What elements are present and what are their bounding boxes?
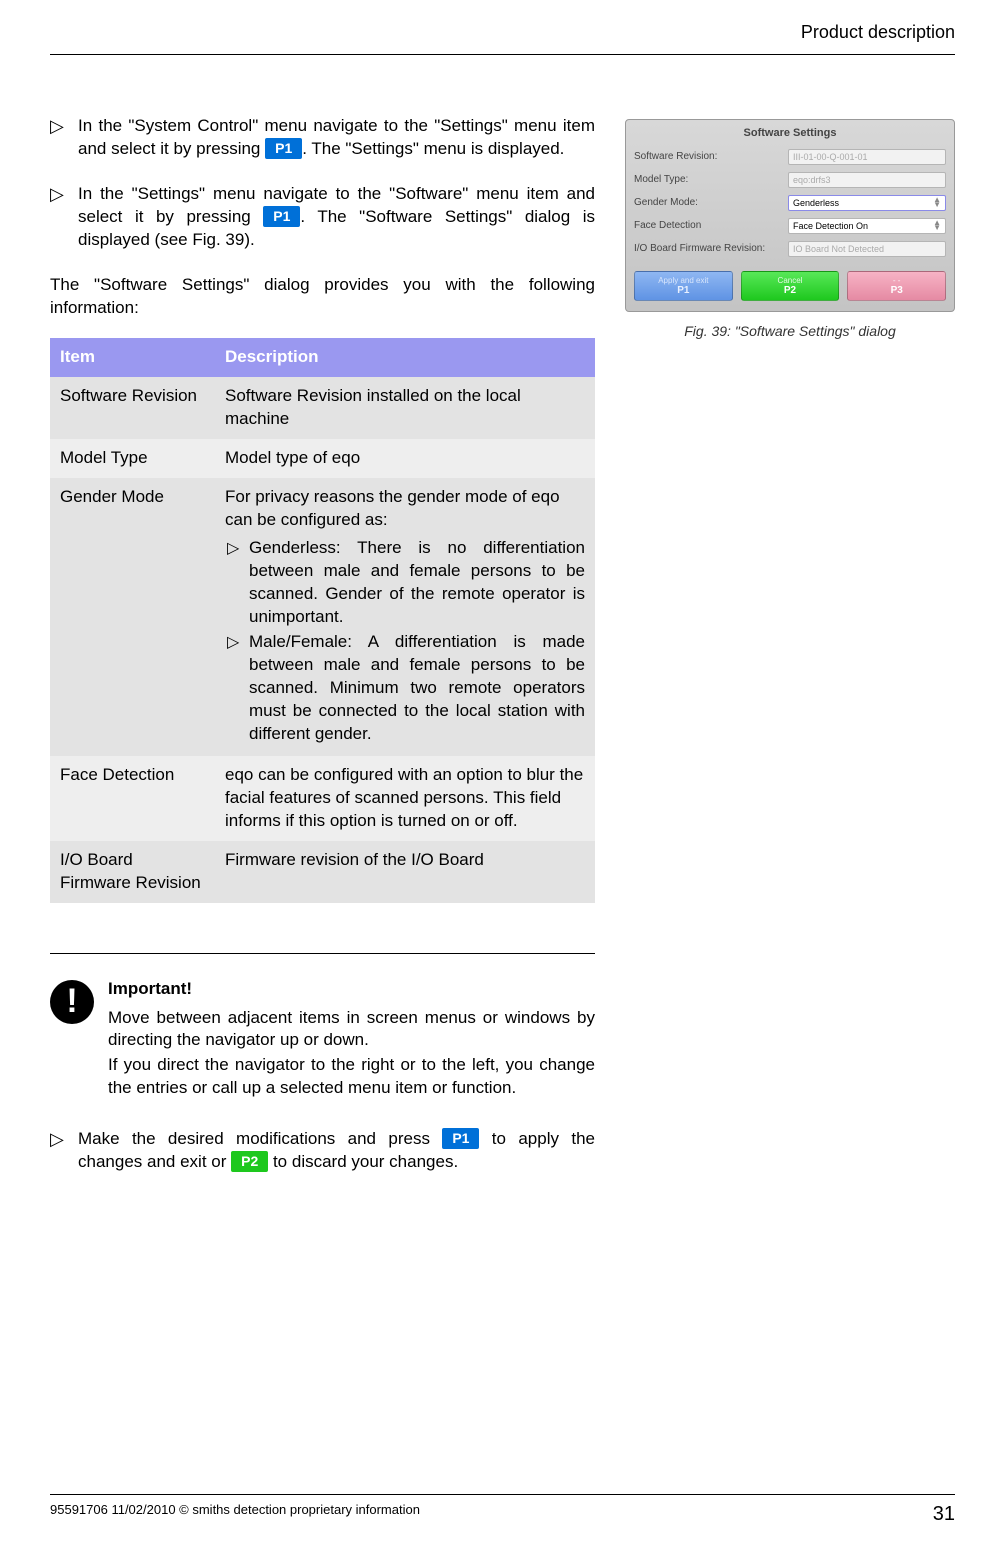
gender-mode-select[interactable]: Genderless ▲▼ [788,195,946,211]
important-note: ! Important! Move between adjacent items… [50,978,595,1103]
step-list-2: ▷ Make the desired modifications and pre… [50,1128,595,1174]
dialog-row-software-revision: Software Revision: III-01-00-Q-001-01 [634,149,946,165]
gender-mode-sublist: ▷ Genderless: There is no differentiatio… [225,537,585,745]
dialog-label: Face Detection [634,219,784,233]
dialog-button-row: Apply and exit P1 Cancel P2 - - P3 [634,271,946,301]
triangle-bullet-icon: ▷ [50,115,78,161]
apply-a: Make the desired modifications and press [78,1129,442,1148]
footer-copyright: 95591706 11/02/2010 © smiths detection p… [50,1501,420,1528]
sublist-text: Male/Female: A differentiation is made b… [249,631,585,746]
step-1: ▷ In the "System Control" menu navigate … [50,115,595,161]
dialog-label: Model Type: [634,173,784,187]
apply-c: to discard your changes. [268,1152,458,1171]
button-key: P1 [677,286,689,296]
description-table: Item Description Software Revision Softw… [50,338,595,903]
p1-key-icon: P1 [265,138,302,159]
main-content: ▷ In the "System Control" menu navigate … [50,115,955,1196]
step-1-text: In the "System Control" menu navigate to… [78,115,595,161]
apply-exit-button[interactable]: Apply and exit P1 [634,271,733,301]
cell-desc: Firmware revision of the I/O Board [215,841,595,903]
p3-button[interactable]: - - P3 [847,271,946,301]
button-label: - - [893,277,901,285]
important-p2: If you direct the navigator to the right… [108,1054,595,1100]
gender-mode-intro: For privacy reasons the gender mode of e… [225,487,560,529]
cell-desc: eqo can be configured with an option to … [215,756,595,841]
table-row: Model Type Model type of eqo [50,439,595,478]
table-header-row: Item Description [50,338,595,377]
triangle-bullet-icon: ▷ [225,631,249,746]
dialog-row-io-board: I/O Board Firmware Revision: IO Board No… [634,241,946,257]
figure-caption: Fig. 39: "Software Settings" dialog [625,322,955,341]
button-key: P3 [891,286,903,296]
table-row: Gender Mode For privacy reasons the gend… [50,478,595,756]
dialog-title: Software Settings [634,126,946,141]
field-value: Face Detection On [793,220,868,232]
page-footer: 95591706 11/02/2010 © smiths detection p… [50,1494,955,1528]
left-column: ▷ In the "System Control" menu navigate … [50,115,595,1196]
p1-key-icon: P1 [442,1128,479,1149]
table-row: I/O Board Firmware Revision Firmware rev… [50,841,595,903]
sublist-item: ▷ Genderless: There is no differentiatio… [225,537,585,629]
sublist-text: Genderless: There is no differentiation … [249,537,585,629]
page-header: Product description [50,0,955,55]
step-1-text-b: . The "Settings" menu is displayed. [302,139,564,158]
step-2: ▷ In the "Settings" menu navigate to the… [50,183,595,252]
face-detection-select[interactable]: Face Detection On ▲▼ [788,218,946,234]
field-value: III-01-00-Q-001-01 [793,151,868,163]
field-value: Genderless [793,197,839,209]
button-key: P2 [784,286,796,296]
important-body: Important! Move between adjacent items i… [108,978,595,1103]
updown-arrows-icon: ▲▼ [933,198,941,208]
dialog-row-gender-mode: Gender Mode: Genderless ▲▼ [634,195,946,211]
th-item: Item [50,338,215,377]
button-label: Apply and exit [658,277,708,285]
triangle-bullet-icon: ▷ [225,537,249,629]
cell-item: I/O Board Firmware Revision [50,841,215,903]
cell-item: Model Type [50,439,215,478]
separator-line [50,953,595,954]
cancel-button[interactable]: Cancel P2 [741,271,840,301]
step-2-text: In the "Settings" menu navigate to the "… [78,183,595,252]
step-list-1: ▷ In the "System Control" menu navigate … [50,115,595,252]
important-title: Important! [108,978,595,1001]
triangle-bullet-icon: ▷ [50,1128,78,1174]
exclamation-icon: ! [50,980,94,1024]
dialog-row-model-type: Model Type: eqo:drfs3 [634,172,946,188]
header-title: Product description [801,22,955,42]
triangle-bullet-icon: ▷ [50,183,78,252]
right-column: Software Settings Software Revision: III… [625,115,955,1196]
intro-paragraph: The "Software Settings" dialog provides … [50,274,595,320]
model-type-field: eqo:drfs3 [788,172,946,188]
sublist-item: ▷ Male/Female: A differentiation is made… [225,631,585,746]
field-value: eqo:drfs3 [793,174,831,186]
apply-step: ▷ Make the desired modifications and pre… [50,1128,595,1174]
button-label: Cancel [778,277,803,285]
updown-arrows-icon: ▲▼ [933,221,941,231]
cell-desc: Software Revision installed on the local… [215,377,595,439]
apply-step-text: Make the desired modifications and press… [78,1128,595,1174]
software-revision-field: III-01-00-Q-001-01 [788,149,946,165]
dialog-label: I/O Board Firmware Revision: [634,242,784,256]
important-p1: Move between adjacent items in screen me… [108,1007,595,1053]
p2-key-icon: P2 [231,1151,268,1172]
th-description: Description [215,338,595,377]
cell-desc: For privacy reasons the gender mode of e… [215,478,595,756]
dialog-label: Software Revision: [634,150,784,164]
cell-item: Software Revision [50,377,215,439]
software-settings-dialog: Software Settings Software Revision: III… [625,119,955,312]
p1-key-icon: P1 [263,206,300,227]
page-number: 31 [933,1501,955,1528]
table-row: Face Detection eqo can be configured wit… [50,756,595,841]
cell-desc: Model type of eqo [215,439,595,478]
dialog-row-face-detection: Face Detection Face Detection On ▲▼ [634,218,946,234]
dialog-label: Gender Mode: [634,196,784,210]
cell-item: Face Detection [50,756,215,841]
table-row: Software Revision Software Revision inst… [50,377,595,439]
cell-item: Gender Mode [50,478,215,756]
io-board-field: IO Board Not Detected [788,241,946,257]
field-value: IO Board Not Detected [793,243,884,255]
